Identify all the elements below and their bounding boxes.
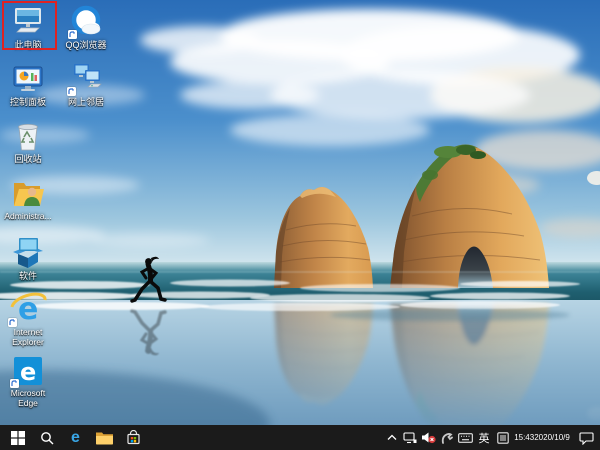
network-tray-button[interactable]: [400, 425, 419, 450]
clock-date: 2020/10/9: [534, 433, 570, 443]
shortcut-arrow-icon: [67, 87, 76, 96]
windows-logo-icon: [11, 431, 25, 445]
icon-label: 控制面板: [10, 97, 46, 107]
ime-toolbar-button[interactable]: [493, 425, 512, 450]
network-places-icon: [68, 60, 104, 96]
shortcut-arrow-icon: [10, 379, 19, 388]
volume-tray-button[interactable]: [419, 425, 438, 450]
wrench-tool-icon: [441, 431, 453, 444]
software-folder-icon: [10, 234, 46, 270]
desktop-icon-qq-browser[interactable]: QQ浏览器: [58, 3, 114, 50]
desktop-icon-microsoft-edge[interactable]: e Microsoft Edge: [2, 352, 54, 409]
desktop-icon-software[interactable]: 软件: [2, 234, 54, 281]
taskbar-edge-button[interactable]: e: [61, 425, 90, 450]
search-icon: [40, 431, 54, 445]
icon-label: Administra...: [4, 212, 51, 222]
edge-tile-letter: e: [20, 358, 36, 386]
microsoft-edge-icon: e: [11, 352, 45, 388]
shortcut-arrow-icon: [68, 30, 77, 39]
qq-browser-icon: [69, 3, 103, 39]
clock[interactable]: 15:43 2020/10/9: [512, 425, 572, 450]
internet-explorer-icon: e: [9, 291, 47, 327]
icon-label: 此电脑: [14, 40, 41, 50]
icon-label: 网上邻居: [68, 97, 104, 107]
this-pc-icon: [11, 3, 45, 39]
start-button[interactable]: [3, 425, 32, 450]
desktop-icon-this-pc[interactable]: 此电脑: [2, 3, 54, 50]
notification-bubble-icon: [579, 431, 594, 445]
icon-label: QQ浏览器: [65, 40, 106, 50]
administrator-folder-icon: [10, 175, 46, 211]
icon-label: 回收站: [14, 154, 41, 164]
desktop-icon-control-panel[interactable]: 控制面板: [2, 60, 54, 107]
touch-keyboard-button[interactable]: [455, 425, 475, 450]
keyboard-icon: [458, 433, 473, 443]
desktop-icon-administrator-folder[interactable]: Administra...: [2, 175, 54, 222]
microsoft-store-button[interactable]: [119, 425, 148, 450]
store-bag-icon: [126, 430, 141, 445]
control-panel-icon: [11, 60, 45, 96]
ethernet-network-icon: [403, 432, 417, 444]
shortcut-arrow-icon: [8, 318, 17, 327]
action-center-button[interactable]: [572, 425, 600, 450]
search-button[interactable]: [32, 425, 61, 450]
clock-time: 15:43: [514, 433, 534, 443]
desktop-icon-recycle-bin[interactable]: 回收站: [2, 117, 54, 164]
folder-icon: [96, 431, 113, 445]
ime-grid-icon: [497, 432, 509, 444]
ime-language-indicator[interactable]: 英: [475, 425, 493, 450]
recycle-bin-icon: [12, 117, 44, 153]
desktop-icon-internet-explorer[interactable]: e Internet Explorer: [2, 291, 54, 348]
desktop-icon-network-places[interactable]: 网上邻居: [58, 60, 114, 107]
taskbar: e: [0, 425, 600, 450]
windows-desktop: 此电脑 QQ浏览器: [0, 0, 600, 450]
volume-muted-icon: [421, 431, 436, 444]
utility-tray-button[interactable]: [438, 425, 455, 450]
chevron-up-icon: [387, 434, 397, 441]
edge-icon: e: [71, 430, 80, 446]
system-tray: 英 15:43 2020/10/9: [384, 425, 600, 450]
icon-label: 软件: [19, 271, 37, 281]
icon-label: Microsoft Edge: [11, 389, 45, 409]
icon-label: Internet Explorer: [12, 328, 44, 348]
show-hidden-icons-button[interactable]: [384, 425, 400, 450]
file-explorer-button[interactable]: [90, 425, 119, 450]
